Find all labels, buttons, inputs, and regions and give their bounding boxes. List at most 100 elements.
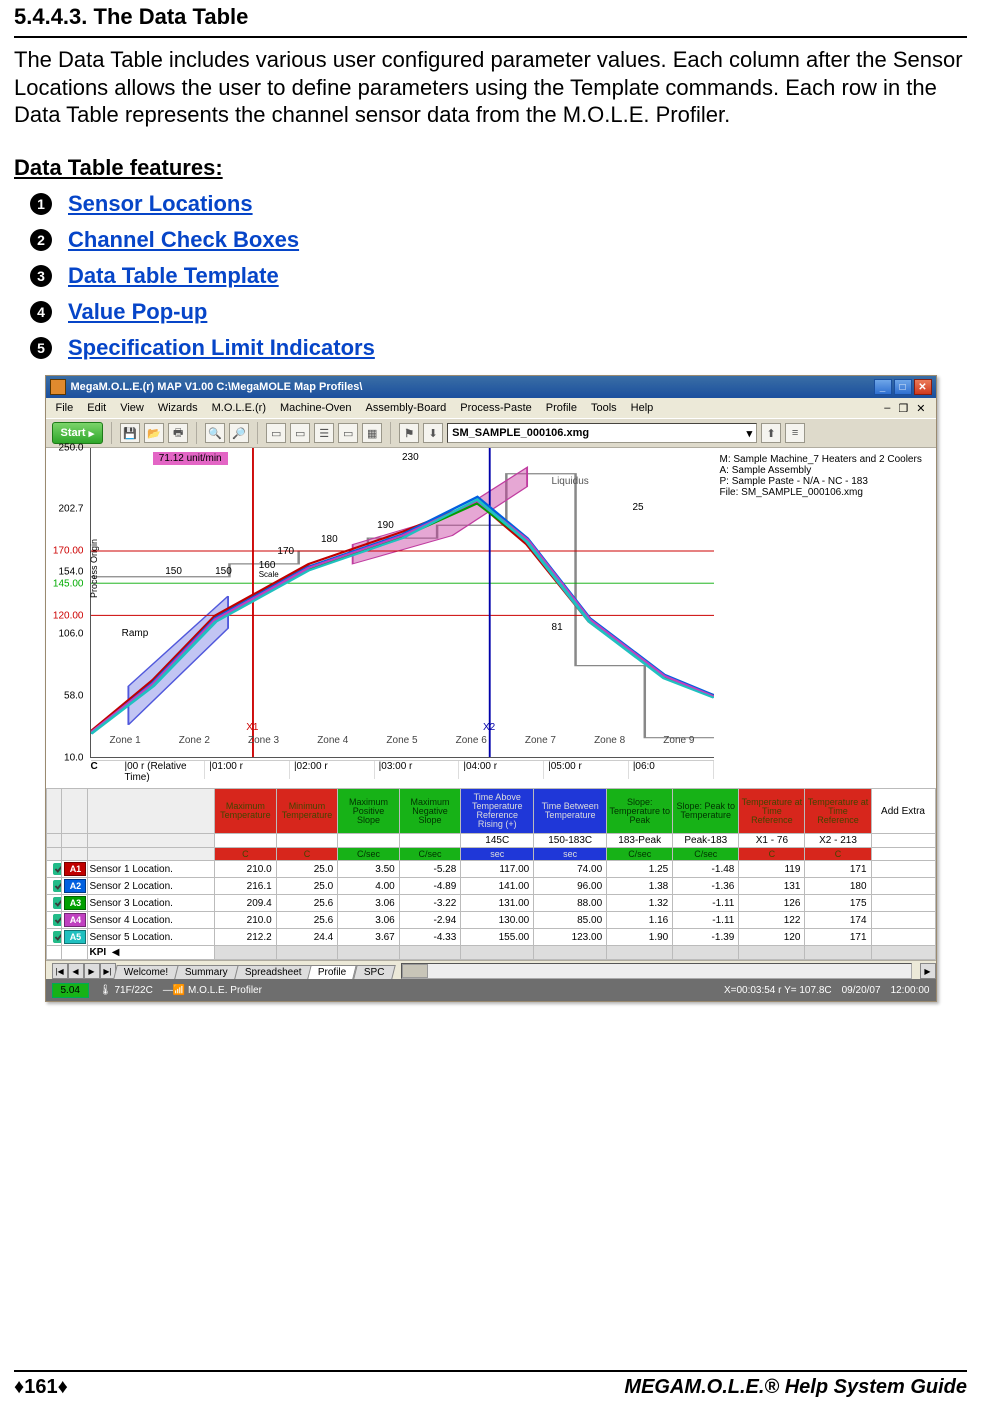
sheet-tab[interactable]: Welcome! [113,965,179,979]
table-cell[interactable]: 141.00 [461,878,534,895]
column-header[interactable]: X1 - 76 [739,834,805,848]
tool-icon-3[interactable]: ☰ [314,423,334,443]
sensor-location[interactable]: Sensor 5 Location. [87,929,215,946]
feature-link[interactable]: Sensor Locations [68,191,253,217]
table-cell[interactable]: 3.50 [338,861,400,878]
column-header[interactable] [399,834,461,848]
tool-icon-4[interactable]: ▭ [338,423,358,443]
menu-item[interactable]: Profile [546,402,577,414]
table-cell[interactable]: 1.25 [607,861,673,878]
title-bar[interactable]: MegaM.O.L.E.(r) MAP V1.00 C:\MegaMOLE Ma… [46,376,936,398]
channel-checkbox[interactable] [53,931,62,943]
column-header[interactable]: Peak-183 [673,834,739,848]
table-cell[interactable]: 25.6 [276,912,338,929]
column-header[interactable]: C [215,848,277,861]
menu-item[interactable]: Process-Paste [460,402,532,414]
menu-item[interactable]: View [120,402,144,414]
tool-icon-5[interactable]: ▦ [362,423,382,443]
table-cell[interactable]: 25.6 [276,895,338,912]
table-cell[interactable]: 123.00 [534,929,607,946]
table-cell[interactable]: 175 [805,895,871,912]
kpi-row[interactable]: KPI ◀ [87,946,215,960]
column-header[interactable]: C [805,848,871,861]
table-cell[interactable]: -3.22 [399,895,461,912]
table-cell[interactable] [871,929,935,946]
table-cell[interactable]: 88.00 [534,895,607,912]
column-header[interactable]: 145C [461,834,534,848]
menu-item[interactable]: Assembly-Board [366,402,447,414]
menu-bar[interactable]: FileEditViewWizardsM.O.L.E.(r)Machine-Ov… [46,398,936,418]
scroll-right-icon[interactable]: ▶ [920,963,936,979]
column-header[interactable]: 183-Peak [607,834,673,848]
column-header[interactable]: sec [534,848,607,861]
column-header[interactable]: Maximum Positive Slope [338,789,400,834]
close-button[interactable]: ✕ [914,379,932,395]
tab-nav-button[interactable]: ▶ [84,963,100,979]
table-cell[interactable]: 117.00 [461,861,534,878]
mdi-button-icon[interactable]: ❐ [898,402,908,415]
column-header[interactable]: Time Above Temperature Reference Rising … [461,789,534,834]
feature-link[interactable]: Specification Limit Indicators [68,335,375,361]
table-cell[interactable]: 3.67 [338,929,400,946]
table-cell[interactable]: 1.16 [607,912,673,929]
print-icon[interactable]: 🖶 [168,423,188,443]
column-header[interactable]: 150-183C [534,834,607,848]
sheet-tab[interactable]: Summary [174,965,238,979]
save-icon[interactable]: 💾 [120,423,140,443]
table-cell[interactable]: 212.2 [215,929,277,946]
sheet-tab[interactable]: SPC [353,965,395,979]
table-cell[interactable]: 174 [805,912,871,929]
flag-icon[interactable]: ⚑ [399,423,419,443]
nav-list-icon[interactable]: ≡ [785,423,805,443]
table-cell[interactable]: 130.00 [461,912,534,929]
table-cell[interactable] [871,912,935,929]
menu-item[interactable]: File [56,402,74,414]
channel-checkbox[interactable] [53,897,62,909]
table-cell[interactable]: 25.0 [276,861,338,878]
column-header[interactable] [215,834,277,848]
table-cell[interactable]: 3.06 [338,895,400,912]
table-cell[interactable]: -1.39 [673,929,739,946]
table-cell[interactable]: 171 [805,929,871,946]
sensor-location[interactable]: Sensor 4 Location. [87,912,215,929]
menu-item[interactable]: M.O.L.E.(r) [212,402,266,414]
table-cell[interactable] [871,895,935,912]
table-cell[interactable]: 120 [739,929,805,946]
column-header[interactable] [338,834,400,848]
column-header[interactable]: C/sec [607,848,673,861]
table-cell[interactable]: 74.00 [534,861,607,878]
table-cell[interactable]: 25.0 [276,878,338,895]
column-header[interactable] [871,834,935,848]
nav-up-icon[interactable]: ⬆ [761,423,781,443]
menu-item[interactable]: Machine-Oven [280,402,352,414]
file-dropdown[interactable]: SM_SAMPLE_000106.xmg ▾ [447,423,757,443]
column-header[interactable]: C/sec [673,848,739,861]
column-header[interactable]: C [276,848,338,861]
mdi-button-icon[interactable]: – [884,402,890,415]
column-header[interactable]: Temperature at Time Reference [739,789,805,834]
feature-link[interactable]: Data Table Template [68,263,279,289]
column-header[interactable]: C/sec [338,848,400,861]
table-cell[interactable]: 209.4 [215,895,277,912]
plot[interactable]: Zone 1Zone 2Zone 3Zone 4Zone 5Zone 6Zone… [90,448,714,758]
table-cell[interactable]: 210.0 [215,912,277,929]
column-header[interactable] [871,848,935,861]
table-cell[interactable]: 131.00 [461,895,534,912]
table-cell[interactable]: 1.90 [607,929,673,946]
table-cell[interactable]: 122 [739,912,805,929]
channel-checkbox[interactable] [53,863,62,875]
column-header[interactable]: Add Extra [871,789,935,834]
column-header[interactable]: Maximum Temperature [215,789,277,834]
table-cell[interactable]: 85.00 [534,912,607,929]
minimize-button[interactable]: _ [874,379,892,395]
column-header[interactable]: sec [461,848,534,861]
column-header[interactable]: Slope: Temperature to Peak [607,789,673,834]
menu-item[interactable]: Tools [591,402,617,414]
maximize-button[interactable]: □ [894,379,912,395]
sheet-tab[interactable]: Spreadsheet [234,965,312,979]
table-cell[interactable]: 131 [739,878,805,895]
table-cell[interactable]: 126 [739,895,805,912]
sensor-location[interactable]: Sensor 3 Location. [87,895,215,912]
toolbar[interactable]: Start ▸ 💾 📂 🖶 🔍 🔎 ▭ ▭ ☰ ▭ ▦ ⚑ ⬇ SM_SAMPL… [46,418,936,448]
column-header[interactable]: Minimum Temperature [276,789,338,834]
